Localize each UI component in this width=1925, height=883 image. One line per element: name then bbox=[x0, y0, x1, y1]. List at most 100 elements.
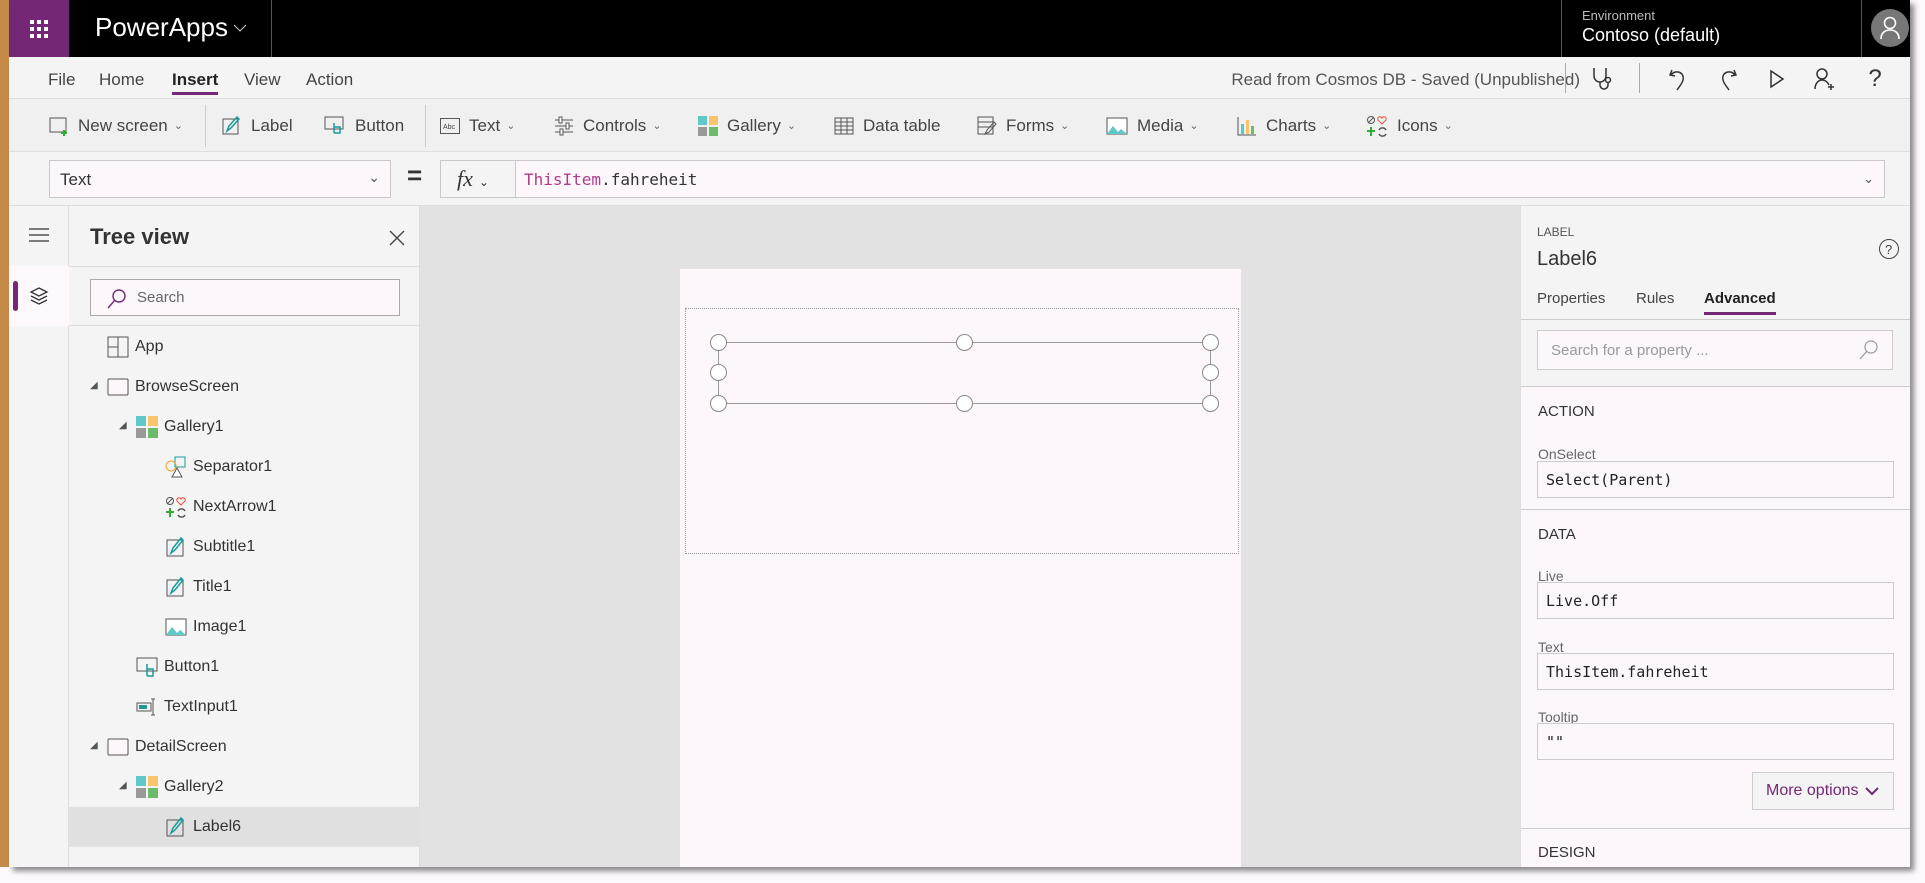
tree-item-label: NextArrow1 bbox=[193, 498, 277, 515]
text-input[interactable]: ThisItem.fahreheit bbox=[1537, 653, 1894, 690]
tree-item-subtitle1[interactable]: Subtitle1 bbox=[69, 527, 420, 567]
text-menu[interactable]: Abc Text ⌄ bbox=[440, 99, 515, 152]
stethoscope-icon bbox=[1593, 68, 1612, 90]
icons-menu[interactable]: Icons ⌄ bbox=[1366, 99, 1453, 152]
preview-button[interactable] bbox=[1763, 65, 1791, 93]
shapes-icon bbox=[165, 456, 186, 478]
resize-handle[interactable] bbox=[956, 395, 973, 412]
environment-selector[interactable]: Contoso (default) bbox=[1582, 25, 1720, 46]
undo-button[interactable] bbox=[1664, 65, 1692, 93]
new-screen-button[interactable]: New screen ⌄ bbox=[49, 99, 183, 152]
gallery-menu[interactable]: Gallery ⌄ bbox=[698, 99, 796, 152]
chevron-down-icon[interactable] bbox=[233, 24, 247, 33]
tree-item-nextarrow1[interactable]: NextArrow1 bbox=[69, 487, 420, 527]
resize-handle[interactable] bbox=[710, 395, 727, 412]
help-circle-icon[interactable]: ? bbox=[1878, 238, 1900, 260]
insert-button-button[interactable]: Button bbox=[324, 99, 404, 152]
live-input[interactable]: Live.Off bbox=[1537, 582, 1894, 619]
label-icon bbox=[166, 816, 185, 837]
tab-properties[interactable]: Properties bbox=[1537, 290, 1605, 307]
close-icon[interactable] bbox=[389, 230, 405, 246]
avatar[interactable] bbox=[1871, 9, 1909, 47]
app-checker-button[interactable] bbox=[1588, 65, 1616, 93]
tree-item-separator1[interactable]: Separator1 bbox=[69, 447, 420, 487]
tree-item-textinput1[interactable]: TextInput1 bbox=[69, 687, 420, 727]
more-options-button[interactable]: More options bbox=[1752, 772, 1894, 810]
menu-view[interactable]: View bbox=[244, 70, 281, 90]
onselect-input[interactable]: Select(Parent) bbox=[1537, 461, 1894, 498]
property-search-input[interactable]: Search for a property ... bbox=[1537, 330, 1893, 370]
tree-item-label: Button1 bbox=[164, 658, 220, 675]
expand-triangle-icon[interactable]: ◢ bbox=[90, 740, 98, 751]
property-dropdown[interactable]: Text ⌄ bbox=[49, 160, 391, 198]
share-button[interactable] bbox=[1811, 65, 1839, 93]
menu-home[interactable]: Home bbox=[99, 70, 144, 90]
tree-item-label: Subtitle1 bbox=[193, 538, 256, 555]
charts-menu[interactable]: Charts ⌄ bbox=[1237, 99, 1331, 152]
tree-item-app[interactable]: App bbox=[69, 327, 420, 367]
control-type: LABEL bbox=[1537, 225, 1575, 239]
button-icon bbox=[136, 657, 158, 677]
tree-item-label: Gallery1 bbox=[164, 418, 224, 435]
app-launcher-button[interactable] bbox=[9, 0, 69, 57]
resize-handle[interactable] bbox=[1202, 334, 1219, 351]
tree-item-label: Gallery2 bbox=[164, 778, 224, 795]
tree-item-button1[interactable]: Button1 bbox=[69, 647, 420, 687]
expand-triangle-icon[interactable]: ◢ bbox=[119, 780, 127, 791]
label6-selection[interactable] bbox=[710, 334, 1219, 412]
app-icon bbox=[107, 336, 129, 358]
resize-handle[interactable] bbox=[956, 334, 973, 351]
tree-item-label6[interactable]: Label6 bbox=[69, 807, 420, 847]
text-input-icon bbox=[136, 698, 155, 716]
insert-label-button[interactable]: Label bbox=[222, 99, 293, 152]
tree-item-label: Label6 bbox=[193, 818, 242, 835]
resize-handle[interactable] bbox=[710, 334, 727, 351]
button-icon bbox=[324, 116, 344, 134]
tab-advanced[interactable]: Advanced bbox=[1704, 290, 1776, 315]
tree-item-gallery1[interactable]: ◢ Gallery1 bbox=[69, 407, 420, 447]
screen-canvas[interactable] bbox=[680, 269, 1241, 867]
tree-item-image1[interactable]: Image1 bbox=[69, 607, 420, 647]
tree-item-label: BrowseScreen bbox=[135, 378, 240, 395]
resize-handle[interactable] bbox=[1202, 395, 1219, 412]
gallery-icon bbox=[698, 115, 718, 136]
forms-menu[interactable]: Forms ⌄ bbox=[977, 99, 1069, 152]
redo-button[interactable] bbox=[1714, 65, 1742, 93]
menu-insert[interactable]: Insert bbox=[172, 70, 219, 95]
data-table-button[interactable]: Data table bbox=[834, 99, 941, 152]
play-icon bbox=[1770, 69, 1785, 89]
resize-handle[interactable] bbox=[710, 364, 727, 381]
desktop-strip bbox=[0, 0, 9, 867]
formula-input[interactable]: ThisItem.fahreheit ⌄ bbox=[515, 160, 1885, 198]
function-button[interactable]: fx ⌄ bbox=[440, 160, 516, 198]
tab-rules[interactable]: Rules bbox=[1636, 290, 1674, 307]
icons-label: Icons bbox=[1397, 115, 1438, 135]
tree-item-label: DetailScreen bbox=[135, 738, 227, 755]
tree-view-toggle[interactable] bbox=[9, 266, 69, 326]
expand-formula-icon[interactable]: ⌄ bbox=[1863, 171, 1874, 187]
button-label: Button bbox=[355, 115, 405, 135]
tree-item-title1[interactable]: Title1 bbox=[69, 567, 420, 607]
formula-keyword: ThisItem bbox=[524, 170, 602, 189]
tooltip-input[interactable]: "" bbox=[1537, 723, 1894, 760]
waffle-icon bbox=[30, 19, 48, 38]
media-menu[interactable]: Media ⌄ bbox=[1106, 99, 1199, 152]
tree-search-input[interactable]: Search bbox=[90, 279, 400, 316]
tree-item-gallery2[interactable]: ◢ Gallery2 bbox=[69, 767, 420, 807]
expand-triangle-icon[interactable]: ◢ bbox=[90, 380, 98, 391]
tree-item-label: Image1 bbox=[193, 618, 247, 635]
design-canvas[interactable] bbox=[420, 206, 1520, 867]
menu-action[interactable]: Action bbox=[306, 70, 353, 90]
expand-triangle-icon[interactable]: ◢ bbox=[119, 420, 127, 431]
controls-menu[interactable]: Controls ⌄ bbox=[554, 99, 662, 152]
resize-handle[interactable] bbox=[1202, 364, 1219, 381]
hamburger-menu-icon[interactable] bbox=[29, 228, 49, 242]
tree-item-detailscreen[interactable]: ◢ DetailScreen bbox=[69, 727, 420, 767]
onselect-label: OnSelect bbox=[1538, 446, 1596, 462]
tree-item-browsescreen[interactable]: ◢ BrowseScreen bbox=[69, 367, 420, 407]
fx-icon: fx bbox=[457, 166, 473, 191]
menu-file[interactable]: File bbox=[48, 70, 75, 90]
table-icon bbox=[834, 117, 854, 134]
app-title[interactable]: PowerApps bbox=[95, 12, 228, 43]
help-button[interactable]: ? bbox=[1861, 65, 1889, 93]
